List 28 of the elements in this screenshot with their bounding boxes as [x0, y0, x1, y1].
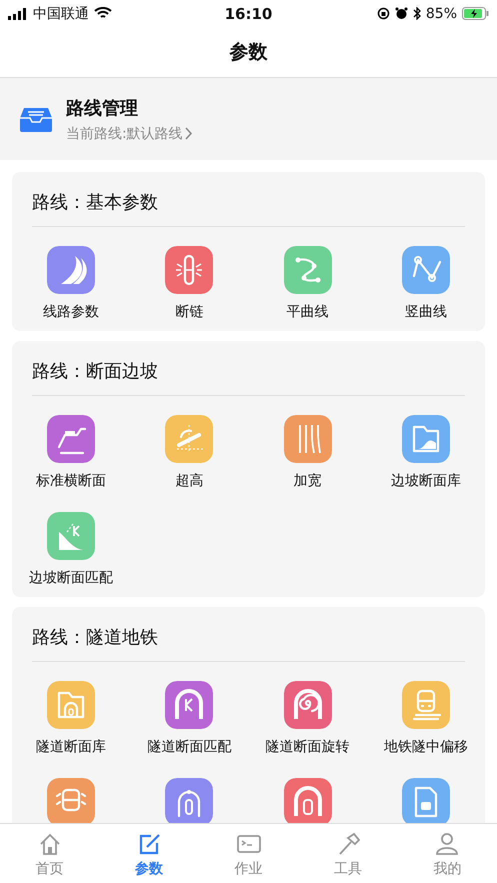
feature-label[interactable]: 平曲线 — [286, 303, 329, 321]
feature-label[interactable]: 加宽 — [294, 472, 322, 490]
feature-label[interactable]: 隧道断面旋转 — [266, 738, 350, 756]
tab-item[interactable]: 工具 — [298, 824, 398, 883]
clock-time: 16:10 — [224, 4, 272, 22]
feature-label[interactable]: 线路参数 — [43, 303, 100, 321]
tab-item[interactable]: 我的 — [398, 824, 497, 883]
feature-label[interactable]: 标准横断面 — [36, 472, 106, 490]
section-title: 路线：断面边坡 — [32, 361, 158, 382]
feature-label[interactable]: 隧道断面库 — [36, 738, 106, 756]
battery-percent: 85% — [426, 6, 457, 22]
feature-label[interactable]: 超高 — [175, 472, 204, 490]
feature-label[interactable]: 边坡断面匹配 — [29, 569, 114, 587]
tab-item[interactable]: 首页 — [0, 824, 100, 883]
section-title: 路线：隧道地铁 — [32, 627, 158, 648]
feature-label[interactable]: 隧道断面匹配 — [147, 738, 232, 756]
feature-label[interactable]: 边坡断面库 — [390, 472, 461, 490]
route-title: 路线管理 — [66, 96, 139, 120]
route-card[interactable]: 路线管理 当前路线:默认路线 — [0, 78, 497, 160]
feature-label[interactable]: 竖曲线 — [404, 303, 447, 321]
tab-item[interactable]: 参数 — [99, 824, 199, 883]
carrier-name: 中国联通 — [33, 4, 89, 22]
feature-label[interactable]: 断链 — [175, 303, 204, 321]
section-title: 路线：基本参数 — [32, 192, 158, 213]
current-route-text: 当前路线:默认路线 — [66, 124, 183, 142]
tab-item[interactable]: 作业 — [198, 824, 298, 883]
feature-label[interactable]: 地铁隧中偏移 — [384, 738, 468, 756]
page-title: 参数 — [230, 40, 268, 65]
